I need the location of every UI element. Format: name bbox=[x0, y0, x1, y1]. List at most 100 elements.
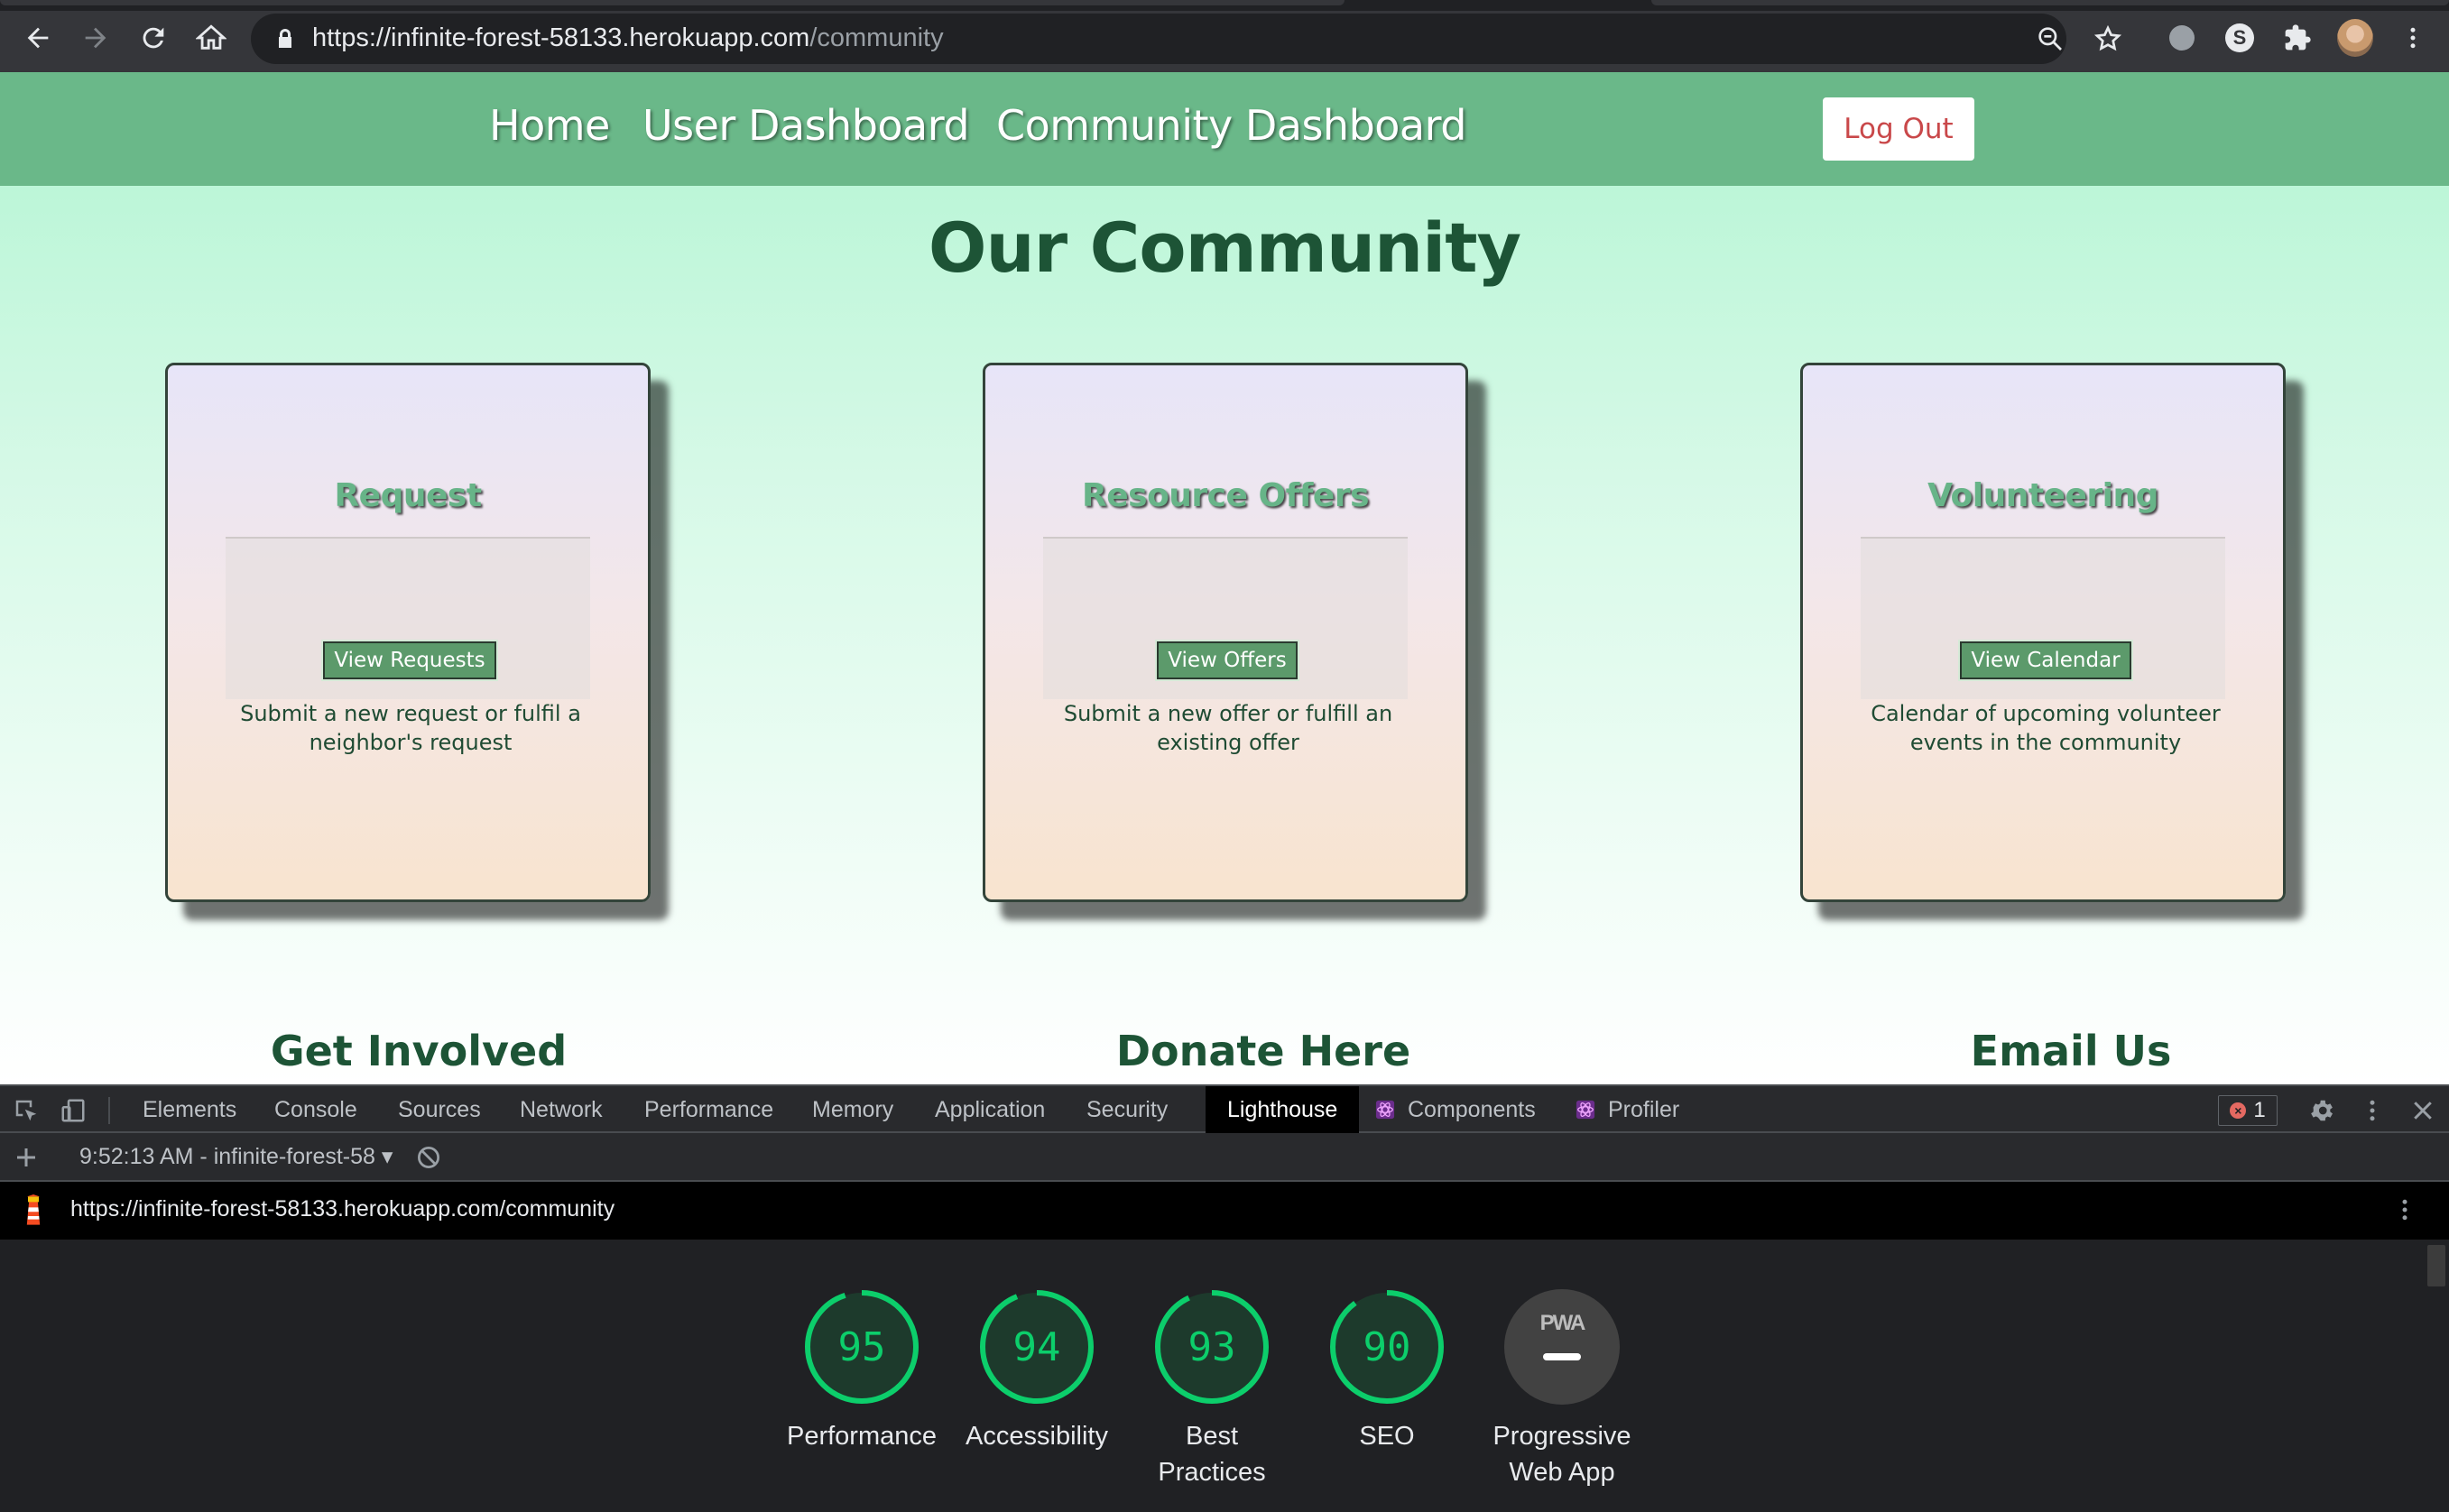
score-gauge-pwa[interactable]: PWA Progressive Web App bbox=[1472, 1288, 1652, 1490]
lighthouse-toolbar: 9:52:13 AM - infinite-forest-58 ▾ bbox=[0, 1133, 2449, 1182]
tab-sources[interactable]: Sources bbox=[398, 1086, 481, 1133]
more-options-icon[interactable] bbox=[2359, 1097, 2386, 1124]
email-us-heading[interactable]: Email Us bbox=[1971, 1027, 2172, 1075]
arrow-right-icon bbox=[85, 27, 106, 49]
scrollbar-thumb[interactable] bbox=[2427, 1245, 2445, 1286]
address-bar[interactable]: https://infinite-forest-58133.herokuapp.… bbox=[251, 14, 2122, 64]
gauge-ring: 93 bbox=[1155, 1290, 1269, 1404]
card-title: Volunteering bbox=[1927, 477, 2158, 514]
pwa-badge-text: PWA bbox=[1540, 1311, 1585, 1335]
extension-s-icon[interactable]: S bbox=[2222, 20, 2258, 56]
toolbar-divider bbox=[108, 1097, 110, 1124]
tab-elements[interactable]: Elements bbox=[143, 1086, 236, 1133]
get-involved-heading[interactable]: Get Involved bbox=[271, 1027, 567, 1075]
request-card: Request View Requests Submit a new reque… bbox=[165, 363, 651, 902]
nav-home-link[interactable]: Home bbox=[489, 101, 610, 150]
gauge-label: Performance bbox=[786, 1422, 937, 1451]
browser-toolbar: https://infinite-forest-58133.herokuapp.… bbox=[0, 0, 2449, 72]
error-icon: × bbox=[2230, 1102, 2247, 1119]
home-button[interactable] bbox=[193, 20, 229, 56]
lighthouse-report-header: https://infinite-forest-58133.herokuapp.… bbox=[0, 1182, 2449, 1240]
chrome-menu-icon[interactable] bbox=[2395, 20, 2431, 56]
gauge-label: Accessibility bbox=[966, 1422, 1108, 1451]
clear-block-icon[interactable] bbox=[415, 1144, 442, 1171]
tab-components-label: Components bbox=[1408, 1096, 1536, 1122]
tab-components[interactable]: Components bbox=[1375, 1086, 1536, 1133]
logout-button[interactable]: Log Out bbox=[1823, 97, 1974, 161]
tab-inactive-edge bbox=[1651, 0, 2449, 5]
devtools-panel: Elements Console Sources Network Perform… bbox=[0, 1084, 2449, 1512]
arrow-left-icon bbox=[27, 27, 49, 49]
web-page: Home User Dashboard Community Dashboard … bbox=[0, 72, 2449, 1084]
chevron-down-icon: ▾ bbox=[381, 1144, 393, 1169]
gauge-score: 95 bbox=[838, 1324, 886, 1370]
card-title: Request bbox=[334, 477, 482, 514]
url-text[interactable]: https://infinite-forest-58133.herokuapp.… bbox=[312, 23, 944, 53]
report-url[interactable]: https://infinite-forest-58133.herokuapp.… bbox=[70, 1196, 615, 1222]
volunteering-card: Volunteering View Calendar Calendar of u… bbox=[1800, 363, 2286, 902]
error-count-badge[interactable]: × 1 bbox=[2218, 1095, 2278, 1126]
error-count: 1 bbox=[2253, 1098, 2266, 1122]
forward-button[interactable] bbox=[78, 20, 114, 56]
donate-here-heading[interactable]: Donate Here bbox=[1116, 1027, 1410, 1075]
lock-icon bbox=[279, 29, 291, 48]
view-calendar-button[interactable]: View Calendar bbox=[1960, 641, 2131, 679]
tab-application[interactable]: Application bbox=[935, 1086, 1045, 1133]
pwa-badge-icon: PWA bbox=[1504, 1289, 1620, 1405]
report-menu-icon[interactable] bbox=[2391, 1196, 2418, 1223]
tab-network[interactable]: Network bbox=[520, 1086, 603, 1133]
tab-lighthouse[interactable]: Lighthouse bbox=[1206, 1086, 1360, 1133]
score-gauge-accessibility[interactable]: 94 Accessibility bbox=[947, 1288, 1127, 1454]
tab-memory[interactable]: Memory bbox=[812, 1086, 893, 1133]
home-icon bbox=[196, 24, 226, 50]
card-title: Resource Offers bbox=[1082, 477, 1370, 514]
score-gauge-performance[interactable]: 95 Performance bbox=[772, 1288, 952, 1454]
tab-security[interactable]: Security bbox=[1086, 1086, 1168, 1133]
extensions-puzzle-icon[interactable] bbox=[2279, 20, 2315, 56]
plus-icon[interactable] bbox=[13, 1144, 40, 1171]
site-navbar: Home User Dashboard Community Dashboard … bbox=[0, 72, 2449, 186]
profile-avatar[interactable] bbox=[2337, 19, 2373, 57]
score-gauge-seo[interactable]: 90 SEO bbox=[1297, 1288, 1477, 1454]
gauge-score: 90 bbox=[1363, 1324, 1411, 1370]
reload-icon bbox=[143, 27, 164, 49]
tab-console[interactable]: Console bbox=[274, 1086, 357, 1133]
react-icon bbox=[1576, 1100, 1595, 1120]
nav-community-dashboard-link[interactable]: Community Dashboard bbox=[996, 101, 1466, 150]
bookmark-star-icon[interactable] bbox=[2093, 24, 2122, 53]
tab-active-edge bbox=[0, 0, 1345, 5]
gauge-ring: 95 bbox=[805, 1290, 919, 1404]
zoom-icon[interactable] bbox=[2036, 24, 2065, 53]
nav-user-dashboard-link[interactable]: User Dashboard bbox=[642, 101, 970, 150]
card-description: Submit a new request or fulfil a neighbo… bbox=[240, 701, 581, 755]
card-description: Submit a new offer or fulfill an existin… bbox=[1063, 701, 1393, 755]
gauge-label: Best Practices bbox=[1158, 1422, 1266, 1487]
devtools-tab-bar: Elements Console Sources Network Perform… bbox=[0, 1084, 2449, 1133]
score-gauge-best-practices[interactable]: 93 Best Practices bbox=[1122, 1288, 1302, 1490]
view-requests-button[interactable]: View Requests bbox=[323, 641, 496, 679]
tab-performance[interactable]: Performance bbox=[644, 1086, 773, 1133]
react-icon bbox=[1375, 1100, 1395, 1120]
lighthouse-logo-icon bbox=[26, 1194, 41, 1225]
extension-gray-icon[interactable] bbox=[2164, 20, 2200, 56]
gauge-ring: 94 bbox=[980, 1290, 1094, 1404]
gauge-ring: 90 bbox=[1330, 1290, 1444, 1404]
reload-button[interactable] bbox=[135, 20, 171, 56]
close-devtools-icon[interactable] bbox=[2409, 1097, 2436, 1124]
tab-strip bbox=[0, 0, 2449, 11]
card-description: Calendar of upcoming volunteer events in… bbox=[1871, 701, 2221, 755]
resource-offers-card: Resource Offers View Offers Submit a new… bbox=[983, 363, 1468, 902]
gauge-score: 93 bbox=[1188, 1324, 1236, 1370]
gauge-score: 94 bbox=[1013, 1324, 1061, 1370]
report-select-dropdown[interactable]: 9:52:13 AM - infinite-forest-58 ▾ bbox=[79, 1143, 393, 1170]
tab-profiler-label: Profiler bbox=[1608, 1096, 1680, 1122]
view-offers-button[interactable]: View Offers bbox=[1157, 641, 1298, 679]
gauge-label: SEO bbox=[1359, 1422, 1415, 1451]
inspect-element-icon[interactable] bbox=[13, 1097, 40, 1124]
gauge-label: Progressive Web App bbox=[1493, 1422, 1631, 1487]
settings-gear-icon[interactable] bbox=[2308, 1097, 2335, 1124]
back-button[interactable] bbox=[20, 20, 56, 56]
page-title: Our Community bbox=[928, 207, 1521, 288]
tab-profiler[interactable]: Profiler bbox=[1576, 1086, 1679, 1133]
device-toolbar-icon[interactable] bbox=[60, 1097, 87, 1124]
